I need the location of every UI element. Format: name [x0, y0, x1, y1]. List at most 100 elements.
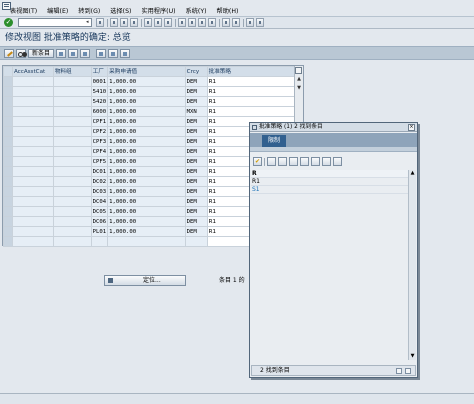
table-cell: DEM [184, 146, 208, 157]
column-header: 采购申请值 [107, 66, 186, 77]
row-selector[interactable] [3, 236, 13, 247]
find-icon[interactable] [154, 18, 162, 27]
edit-pencil-icon[interactable] [4, 49, 14, 58]
menu-bar: 表视图(T) 编辑(E) 转到(G) 选择(S) 实用程序(U) 系统(Y) 帮… [0, 0, 474, 17]
table-cell [11, 116, 54, 127]
previous-icon[interactable] [396, 368, 402, 374]
next-page-icon[interactable] [198, 18, 206, 27]
popup-status-text: 2 找到条目 [260, 367, 290, 374]
row-selector[interactable] [3, 106, 13, 117]
row-selector[interactable] [3, 176, 13, 187]
table-cell [11, 236, 54, 247]
row-selector[interactable] [3, 126, 13, 137]
new-search-icon[interactable] [267, 157, 276, 166]
row-selector[interactable] [3, 136, 13, 147]
column-settings-icon[interactable] [295, 67, 302, 74]
back-icon[interactable] [110, 18, 118, 27]
table-cell: 1,000.00 [107, 86, 186, 97]
row-selector[interactable] [3, 146, 13, 157]
table-cell[interactable]: R1 [206, 86, 296, 97]
row-selector[interactable] [3, 196, 13, 207]
table-cell [52, 86, 92, 97]
menu-system[interactable]: 系统(Y) [181, 7, 212, 16]
undo-icon[interactable] [80, 49, 90, 58]
table-cell: DEM [184, 176, 208, 187]
exit-icon[interactable] [120, 18, 128, 27]
print-icon[interactable] [333, 157, 342, 166]
position-icon [108, 278, 113, 283]
scroll-down-icon[interactable]: ▼ [410, 354, 415, 359]
select-all-column[interactable] [3, 66, 13, 77]
table-cell [52, 236, 92, 247]
last-page-icon[interactable] [208, 18, 216, 27]
list-item[interactable]: R1 [251, 178, 416, 186]
find-next-icon[interactable] [289, 157, 298, 166]
row-selector[interactable] [3, 226, 13, 237]
menu-help[interactable]: 帮助(H) [212, 7, 244, 16]
menu-edit[interactable]: 编辑(E) [42, 7, 73, 16]
toolbar-separator [175, 19, 176, 27]
table-cell: 1,000.00 [107, 146, 186, 157]
help-icon[interactable] [246, 18, 254, 27]
sort-icon[interactable] [300, 157, 309, 166]
row-selector[interactable] [3, 186, 13, 197]
table-cell: DEM [184, 126, 208, 137]
table-cell[interactable]: R1 [206, 76, 296, 87]
popup-restriction-bar[interactable] [250, 147, 417, 152]
popup-scrollbar[interactable]: ▲ ▼ [408, 170, 416, 360]
row-selector[interactable] [3, 156, 13, 167]
search-help-popup: 批准策略 (1) 2 找到条目 × 限制 ✔ R R1 S1 ▲ ▼ 2 找到条… [249, 122, 418, 378]
table-cell: DC01 [90, 166, 109, 177]
row-selector[interactable] [3, 206, 13, 217]
table-cell: 1,000.00 [107, 156, 186, 167]
row-selector[interactable] [3, 166, 13, 177]
cancel-icon[interactable] [130, 18, 138, 27]
new-entries-button[interactable]: 新条目 [28, 49, 55, 58]
layout-icon[interactable] [256, 18, 264, 27]
save-icon[interactable] [96, 18, 104, 27]
menu-selection[interactable]: 选择(S) [105, 7, 136, 16]
print-icon[interactable] [144, 18, 152, 27]
deselect-all-icon[interactable] [120, 49, 130, 58]
table-cell[interactable]: R1 [206, 96, 296, 107]
scroll-up-icon[interactable]: ▲ [296, 76, 302, 82]
display-glasses-icon[interactable] [16, 49, 26, 58]
table-cell [11, 86, 54, 97]
select-block-icon[interactable] [108, 49, 118, 58]
row-selector[interactable] [3, 96, 13, 107]
row-selector[interactable] [3, 216, 13, 227]
first-page-icon[interactable] [178, 18, 186, 27]
filter-icon[interactable] [311, 157, 320, 166]
position-button[interactable]: 定位... [104, 275, 186, 286]
status-bar [0, 393, 474, 404]
info-icon[interactable] [322, 157, 331, 166]
popup-title-bar: 批准策略 (1) 2 找到条目 × [250, 123, 417, 132]
command-dropdown-icon[interactable]: ◂ [86, 19, 89, 25]
scroll-up-icon[interactable]: ▲ [410, 171, 415, 176]
row-selector[interactable] [3, 76, 13, 87]
row-selector[interactable] [3, 86, 13, 97]
application-toolbar: 新条目 [0, 46, 474, 60]
confirm-check-icon[interactable]: ✔ [253, 157, 262, 166]
delete-icon[interactable] [68, 49, 78, 58]
menu-goto[interactable]: 转到(G) [73, 7, 105, 16]
list-item[interactable]: S1 [251, 186, 416, 194]
shortcut-icon[interactable] [232, 18, 240, 27]
menu-table-view[interactable]: 表视图(T) [0, 7, 42, 16]
enter-icon[interactable]: ✓ [4, 18, 13, 27]
close-icon[interactable]: × [408, 124, 415, 131]
next-icon[interactable] [405, 368, 411, 374]
previous-page-icon[interactable] [188, 18, 196, 27]
command-field[interactable] [18, 18, 92, 27]
find-next-icon[interactable] [164, 18, 172, 27]
menu-utilities[interactable]: 实用程序(U) [136, 7, 180, 16]
tab-restrictions[interactable]: 限制 [262, 135, 286, 147]
row-selector[interactable] [3, 116, 13, 127]
select-all-icon[interactable] [96, 49, 106, 58]
scroll-down-icon[interactable]: ▼ [296, 85, 302, 91]
table-cell[interactable]: R1 [206, 106, 296, 117]
create-session-icon[interactable] [222, 18, 230, 27]
find-icon[interactable] [278, 157, 287, 166]
copy-icon[interactable] [56, 49, 66, 58]
table-cell [11, 106, 54, 117]
